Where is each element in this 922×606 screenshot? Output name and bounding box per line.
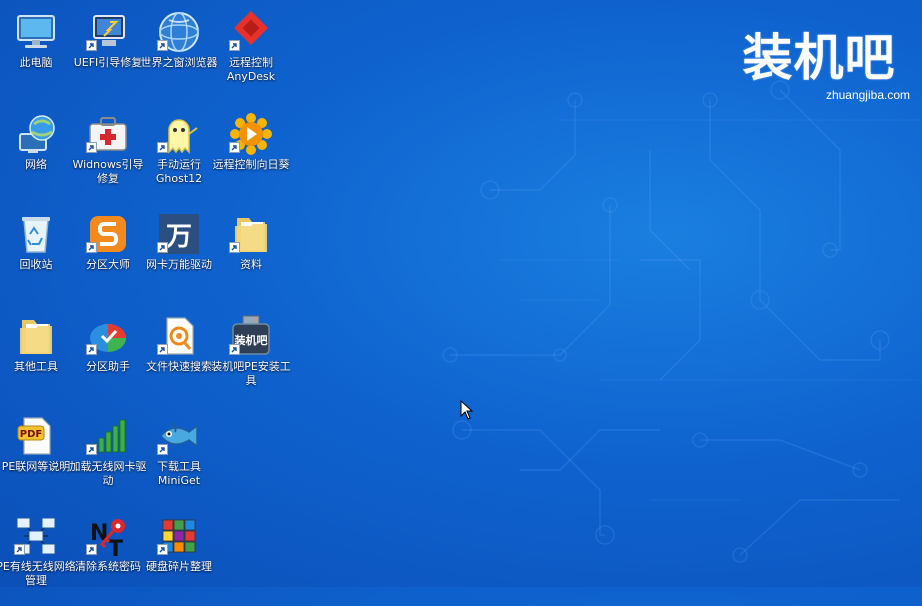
- desktop-icon-network[interactable]: 网络: [0, 108, 72, 204]
- desktop-icon-sunlogin[interactable]: 远程控制向日葵: [213, 108, 290, 204]
- logo-url: zhuangjiba.com: [825, 88, 910, 102]
- desktop-icon-miniget[interactable]: 下载工具 MiniGet: [143, 410, 215, 506]
- logo-text: 装机吧: [742, 29, 896, 87]
- shortcut-arrow-icon: [157, 544, 168, 555]
- mouse-cursor-icon: [460, 400, 474, 420]
- shortcut-arrow-icon: [86, 40, 97, 51]
- desktop-icon-label: 此电脑: [19, 56, 53, 69]
- shortcut-arrow-icon: [86, 444, 97, 455]
- zhuangjiba-logo: 装机吧 zhuangjiba.com: [728, 28, 911, 108]
- desktop-icon-pe-network-manager[interactable]: PE有线无线网络管理: [0, 510, 76, 606]
- shortcut-arrow-icon: [86, 544, 97, 555]
- desktop-icon-recycle-bin[interactable]: 回收站: [0, 208, 72, 304]
- desktop-icon-label: 装机吧PE安装工具: [211, 360, 291, 387]
- network-globe-icon: [14, 112, 58, 156]
- desktop-icon-label: 清除系统密码: [75, 560, 141, 573]
- desktop-icon-label: PE有线无线网络管理: [0, 560, 76, 587]
- desktop-icon-label: 世界之窗浏览器: [140, 56, 218, 69]
- shortcut-arrow-icon: [157, 242, 168, 253]
- shortcut-arrow-icon: [157, 444, 168, 455]
- desktop-icon-label: 分区助手: [86, 360, 130, 373]
- pdf-icon: PDF: [14, 414, 58, 458]
- desktop-icon-anydesk[interactable]: 远程控制 AnyDesk: [215, 6, 287, 102]
- shortcut-arrow-icon: [157, 40, 168, 51]
- desktop-icon-label: 远程控制向日葵: [212, 158, 290, 171]
- desktop-icon-label: UEFI引导修复: [73, 56, 143, 69]
- desktop-icon-label: 加载无线网卡驱动: [69, 460, 147, 487]
- desktop-icon-label: 分区大师: [86, 258, 130, 271]
- desktop-icon-pe-network-guide[interactable]: PDF PE联网等说明: [0, 410, 72, 506]
- computer-icon: [14, 10, 58, 54]
- svg-text:万: 万: [166, 222, 192, 252]
- shortcut-arrow-icon: [229, 344, 240, 355]
- folder-icon: [14, 314, 58, 358]
- shortcut-arrow-icon: [86, 242, 97, 253]
- svg-text:N: N: [90, 521, 108, 546]
- desktop-icon-label: 资料: [240, 258, 262, 271]
- shortcut-arrow-icon: [157, 344, 168, 355]
- recycle-bin-icon: [14, 212, 58, 256]
- desktop-icon-label: 回收站: [19, 258, 53, 271]
- shortcut-arrow-icon: [229, 142, 240, 153]
- desktop-icon-label: 其他工具: [14, 360, 58, 373]
- desktop-icon-universal-nic-driver[interactable]: 万 网卡万能驱动: [143, 208, 215, 304]
- desktop-icon-label: 手动运行 Ghost12: [155, 158, 203, 185]
- desktop-icon-theworld-browser[interactable]: 世界之窗浏览器: [141, 6, 218, 102]
- shortcut-arrow-icon: [157, 142, 168, 153]
- desktop-icon-materials[interactable]: 资料: [215, 208, 287, 304]
- shortcut-arrow-icon: [229, 40, 240, 51]
- desktop-icon-file-search[interactable]: 文件快速搜索: [143, 310, 215, 406]
- desktop-icon-clear-password[interactable]: N T 清除系统密码: [72, 510, 144, 606]
- desktop-icon-windows-boot-repair[interactable]: Widnows引导修复: [72, 108, 144, 204]
- desktop-icon-label: 文件快速搜索: [146, 360, 212, 373]
- desktop-icon-label: 远程控制 AnyDesk: [226, 56, 276, 83]
- desktop-icon-label: 硬盘碎片整理: [146, 560, 212, 573]
- desktop-icon-ghost12[interactable]: 手动运行 Ghost12: [143, 108, 215, 204]
- desktop-icon-wireless-driver[interactable]: 加载无线网卡驱动: [70, 410, 147, 506]
- svg-text:PDF: PDF: [20, 429, 42, 440]
- desktop-icon-pe-install-tool[interactable]: 装机吧 装机吧PE安装工具: [211, 310, 291, 406]
- desktop-icon-label: 网络: [25, 158, 47, 171]
- svg-text:T: T: [108, 537, 123, 558]
- desktop[interactable]: 装机吧 zhuangjiba.com 此电脑 网络 回收站 其他工具 PDF P…: [0, 0, 922, 587]
- desktop-icon-label: PE联网等说明: [1, 460, 71, 473]
- desktop-icon-partition-master[interactable]: 分区大师: [72, 208, 144, 304]
- desktop-icon-uefi-repair[interactable]: UEFI引导修复: [72, 6, 144, 102]
- desktop-icon-partition-assistant[interactable]: 分区助手: [72, 310, 144, 406]
- desktop-icon-this-pc[interactable]: 此电脑: [0, 6, 72, 102]
- desktop-icon-label: 下载工具 MiniGet: [157, 460, 201, 487]
- desktop-icon-label: Widnows引导修复: [72, 158, 144, 185]
- shortcut-arrow-icon: [229, 242, 240, 253]
- shortcut-arrow-icon: [86, 344, 97, 355]
- desktop-icon-disk-defrag[interactable]: 硬盘碎片整理: [143, 510, 215, 606]
- shortcut-arrow-icon: [14, 544, 25, 555]
- shortcut-arrow-icon: [86, 142, 97, 153]
- desktop-icon-other-tools[interactable]: 其他工具: [0, 310, 72, 406]
- desktop-icon-label: 网卡万能驱动: [146, 258, 212, 271]
